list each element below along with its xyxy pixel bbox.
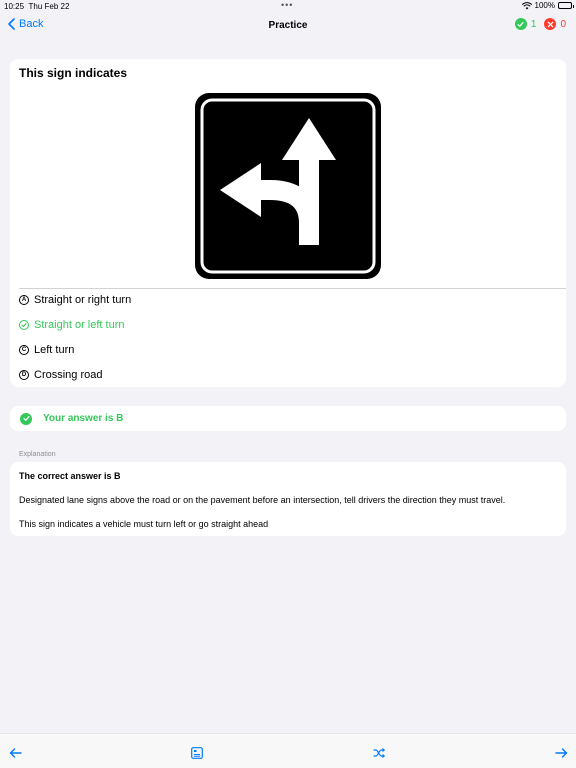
wrong-count: 0 [560, 18, 566, 30]
option-a[interactable]: A Straight or right turn [19, 292, 131, 308]
explanation-paragraph: Designated lane signs above the road or … [19, 495, 506, 505]
page-title: Practice [268, 20, 308, 31]
option-letter-badge: A [19, 295, 29, 305]
explanation-title: The correct answer is B [19, 471, 121, 481]
option-text: Left turn [34, 344, 75, 356]
explanation-paragraph: This sign indicates a vehicle must turn … [19, 519, 269, 529]
correct-count: 1 [530, 18, 537, 30]
check-circle-outline-icon [19, 320, 29, 330]
status-time: 10:25 Thu Feb 22 [4, 2, 70, 11]
answer-text: Your answer is B [43, 413, 124, 424]
check-circle-icon [514, 18, 527, 30]
option-letter-badge: C [19, 345, 29, 355]
check-circle-icon [20, 412, 32, 425]
option-text: Straight or left turn [34, 319, 125, 331]
bottom-toolbar [0, 733, 576, 768]
status-bar: 10:25 Thu Feb 22 ••• 100% [0, 0, 576, 12]
x-circle-icon [544, 18, 557, 30]
divider [19, 288, 566, 289]
status-right: 100% [521, 1, 574, 10]
option-b[interactable]: Straight or left turn [19, 317, 125, 333]
arrow-right-icon [554, 748, 567, 758]
explanation-card: The correct answer is B Designated lane … [10, 462, 566, 536]
explanation-label: Explanation [19, 451, 56, 458]
option-text: Crossing road [34, 369, 103, 381]
multitasking-dots[interactable]: ••• [281, 0, 293, 10]
shuffle-button[interactable] [372, 746, 386, 760]
list-card-icon [191, 747, 203, 759]
question-card: This sign indicates A Straight or right … [10, 59, 566, 387]
battery-icon [558, 2, 574, 9]
option-letter-badge: D [19, 370, 29, 380]
battery-percent: 100% [534, 1, 555, 10]
arrow-left-icon [9, 748, 22, 758]
question-title: This sign indicates [19, 66, 128, 80]
wifi-icon [521, 1, 532, 9]
shuffle-icon [373, 748, 385, 758]
nav-bar: Back Practice 1 0 [0, 12, 576, 40]
previous-button[interactable] [8, 746, 22, 760]
option-d[interactable]: D Crossing road [19, 367, 102, 383]
option-c[interactable]: C Left turn [19, 342, 74, 358]
lane-sign-straight-left-icon [195, 93, 381, 279]
next-button[interactable] [554, 746, 568, 760]
question-list-button[interactable] [190, 746, 204, 760]
score-indicator: 1 0 [514, 18, 566, 30]
sign-image [195, 93, 381, 279]
answer-result-card: Your answer is B [10, 406, 566, 431]
option-text: Straight or right turn [34, 294, 132, 306]
